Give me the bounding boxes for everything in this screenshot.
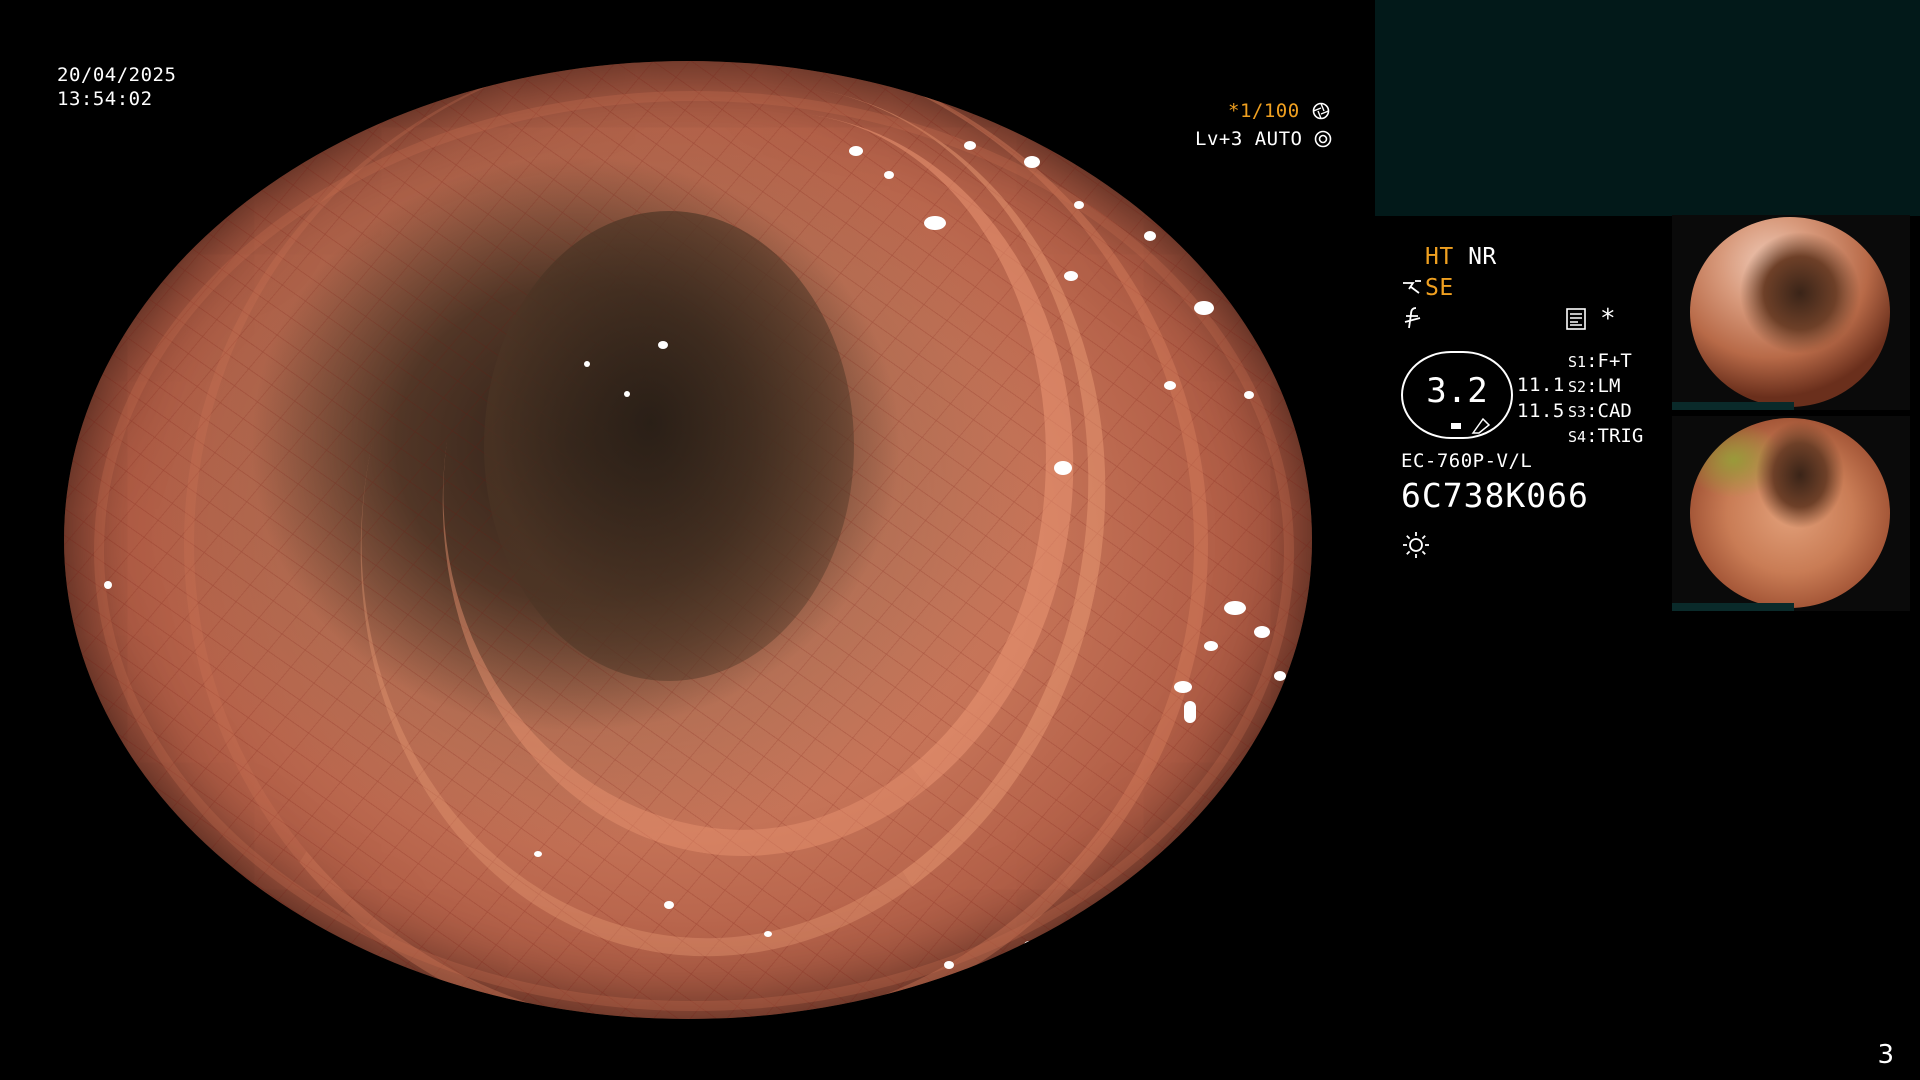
thumbnail-image <box>1690 418 1890 608</box>
specular-highlight <box>1164 381 1176 390</box>
scope-model: EC-760P-V/L <box>1401 450 1533 472</box>
star-indicator: * <box>1600 304 1617 334</box>
aperture-icon <box>1312 102 1329 120</box>
specular-highlight <box>884 171 894 179</box>
switch-row: S2:LM <box>1568 375 1621 397</box>
specular-highlight <box>1144 231 1156 241</box>
switch-key: S3 <box>1568 403 1587 421</box>
exposure-mode: AUTO <box>1254 128 1303 150</box>
switch-key: S2 <box>1568 378 1587 396</box>
specular-highlight <box>944 961 954 969</box>
specular-highlight <box>1074 201 1084 209</box>
shutter-row: *1/100 <box>1228 99 1330 123</box>
specular-highlight <box>1174 681 1192 693</box>
specular-highlight <box>1194 301 1214 315</box>
reading-b: 11.5 <box>1517 400 1565 422</box>
specular-highlight <box>264 941 272 947</box>
switch-key: S1 <box>1568 353 1587 371</box>
recording-icon <box>1566 308 1586 330</box>
specular-highlight <box>849 146 863 156</box>
exposure-dial-icon <box>1315 130 1332 148</box>
brightness-wedge-icon <box>1471 417 1491 434</box>
switch-row: S3:CAD <box>1568 400 1632 422</box>
brightness-value: 3.2 <box>1426 371 1488 411</box>
switch-row: S4:TRIG <box>1568 425 1644 447</box>
specular-highlight <box>1184 701 1196 723</box>
specular-highlight <box>584 361 590 367</box>
specular-highlight <box>658 341 668 349</box>
f-icon <box>1404 307 1421 329</box>
specular-highlight <box>764 931 772 937</box>
switch-list: S1:F+T S2:LM S3:CAD S4:TRIG <box>1568 349 1643 449</box>
structure-enhance-icon <box>1403 280 1421 294</box>
mode-ht-nr: HT NR <box>1425 243 1497 271</box>
exposure-level: Lv+3 <box>1195 128 1243 150</box>
specular-highlight <box>104 581 112 589</box>
mode-se-row: SE <box>1401 274 1454 302</box>
mode-ht: HT <box>1425 244 1454 270</box>
switch-label: CAD <box>1597 400 1632 422</box>
thumbnail-status-bar <box>1672 402 1794 410</box>
brightness-bar-marker <box>1451 423 1461 429</box>
thumbnail-status-bar <box>1672 603 1794 611</box>
exposure-row: Lv+3 AUTO <box>1195 127 1332 151</box>
specular-highlight <box>664 901 674 909</box>
specular-highlight <box>1054 461 1072 475</box>
reading-a: 11.1 <box>1517 374 1565 396</box>
brightness-badge: 3.2 <box>1401 351 1513 439</box>
specular-highlight <box>534 851 542 857</box>
specular-highlight <box>1024 156 1040 168</box>
mode-nr: NR <box>1468 244 1497 270</box>
captured-thumbnail[interactable] <box>1672 416 1910 611</box>
specular-highlight <box>1064 271 1078 281</box>
thumbnail-image <box>1690 217 1890 407</box>
sun-icon <box>1403 532 1429 558</box>
switch-label: LM <box>1597 375 1621 397</box>
switch-label: F+T <box>1597 350 1632 372</box>
specular-highlight <box>1204 641 1218 651</box>
specular-highlight <box>964 141 976 150</box>
specular-highlight <box>924 216 946 230</box>
date-readout: 20/04/2025 <box>57 64 177 86</box>
specular-highlight <box>1244 391 1254 399</box>
page-number: 3 <box>1877 1040 1894 1070</box>
specular-highlight <box>1274 671 1286 681</box>
specular-highlight <box>1024 941 1034 949</box>
specular-highlight <box>1224 601 1246 615</box>
switch-row: S1:F+T <box>1568 350 1632 372</box>
specular-highlight <box>624 391 630 397</box>
switch-key: S4 <box>1568 428 1587 446</box>
shutter-speed: *1/100 <box>1228 100 1300 122</box>
info-panel-header <box>1375 0 1920 216</box>
specular-highlight <box>1254 626 1270 638</box>
mode-se: SE <box>1425 275 1454 301</box>
lumen-opening <box>484 211 854 681</box>
time-readout: 13:54:02 <box>57 88 153 110</box>
switch-label: TRIG <box>1597 425 1644 447</box>
captured-thumbnail[interactable] <box>1672 215 1910 410</box>
endoscope-live-view <box>64 61 1312 1019</box>
scope-serial: 6C738K066 <box>1401 476 1589 515</box>
